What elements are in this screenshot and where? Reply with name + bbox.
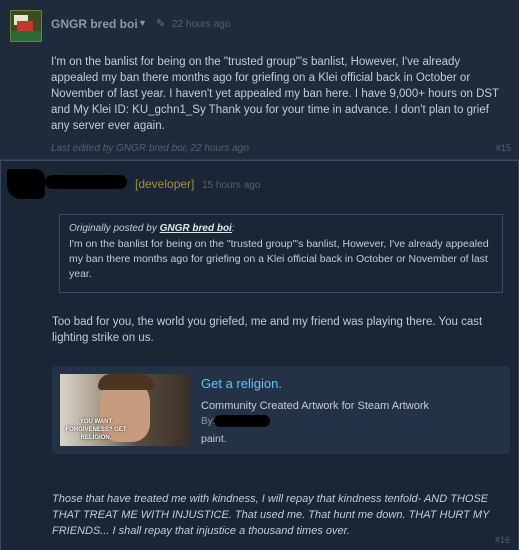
chevron-down-icon[interactable]: ▼	[138, 18, 147, 28]
author-name[interactable]: GNGR bred boi	[51, 17, 138, 31]
embed-subtitle: Community Created Artwork for Steam Artw…	[201, 400, 430, 412]
developer-tag: [developer]	[135, 177, 195, 191]
artwork-embed-card[interactable]: YOU WANT FORGIVENESS? GET RELIGION. Get …	[52, 366, 510, 454]
forum-post-15: GNGR bred boi ▼ ✎ 22 hours ago I'm on th…	[0, 0, 519, 160]
forum-post-16: [developer] 15 hours ago Originally post…	[0, 160, 519, 550]
post-number[interactable]: #15	[496, 143, 511, 153]
thumbnail-caption: YOU WANT FORGIVENESS? GET RELIGION.	[65, 419, 127, 441]
avatar[interactable]	[7, 169, 45, 199]
avatar[interactable]	[10, 10, 42, 42]
embed-description: paint.	[201, 433, 227, 445]
redacted-creator-name	[214, 415, 270, 427]
quote-block: Originally posted by GNGR bred boi: I'm …	[59, 214, 503, 293]
post-number[interactable]: #16	[495, 535, 510, 545]
embed-title-link[interactable]: Get a religion.	[201, 376, 282, 391]
post-body: Too bad for you, the world you griefed, …	[52, 316, 483, 344]
quote-text: I'm on the banlist for being on the "tru…	[69, 238, 489, 280]
edited-note: Last edited by GNGR bred boi; 22 hours a…	[51, 143, 249, 154]
post-body: I'm on the banlist for being on the "tru…	[51, 56, 499, 132]
tag-icon: ✎	[156, 18, 166, 30]
closing-quote: Those that have treated me with kindness…	[52, 493, 490, 537]
artwork-thumbnail[interactable]: YOU WANT FORGIVENESS? GET RELIGION.	[60, 374, 189, 446]
post-timestamp: 15 hours ago	[202, 180, 261, 191]
quote-author-link[interactable]: GNGR bred boi	[160, 223, 232, 234]
post-timestamp: 22 hours ago	[172, 19, 231, 30]
redacted-author-name	[45, 175, 127, 189]
quote-header: Originally posted by GNGR bred boi:	[69, 223, 235, 234]
